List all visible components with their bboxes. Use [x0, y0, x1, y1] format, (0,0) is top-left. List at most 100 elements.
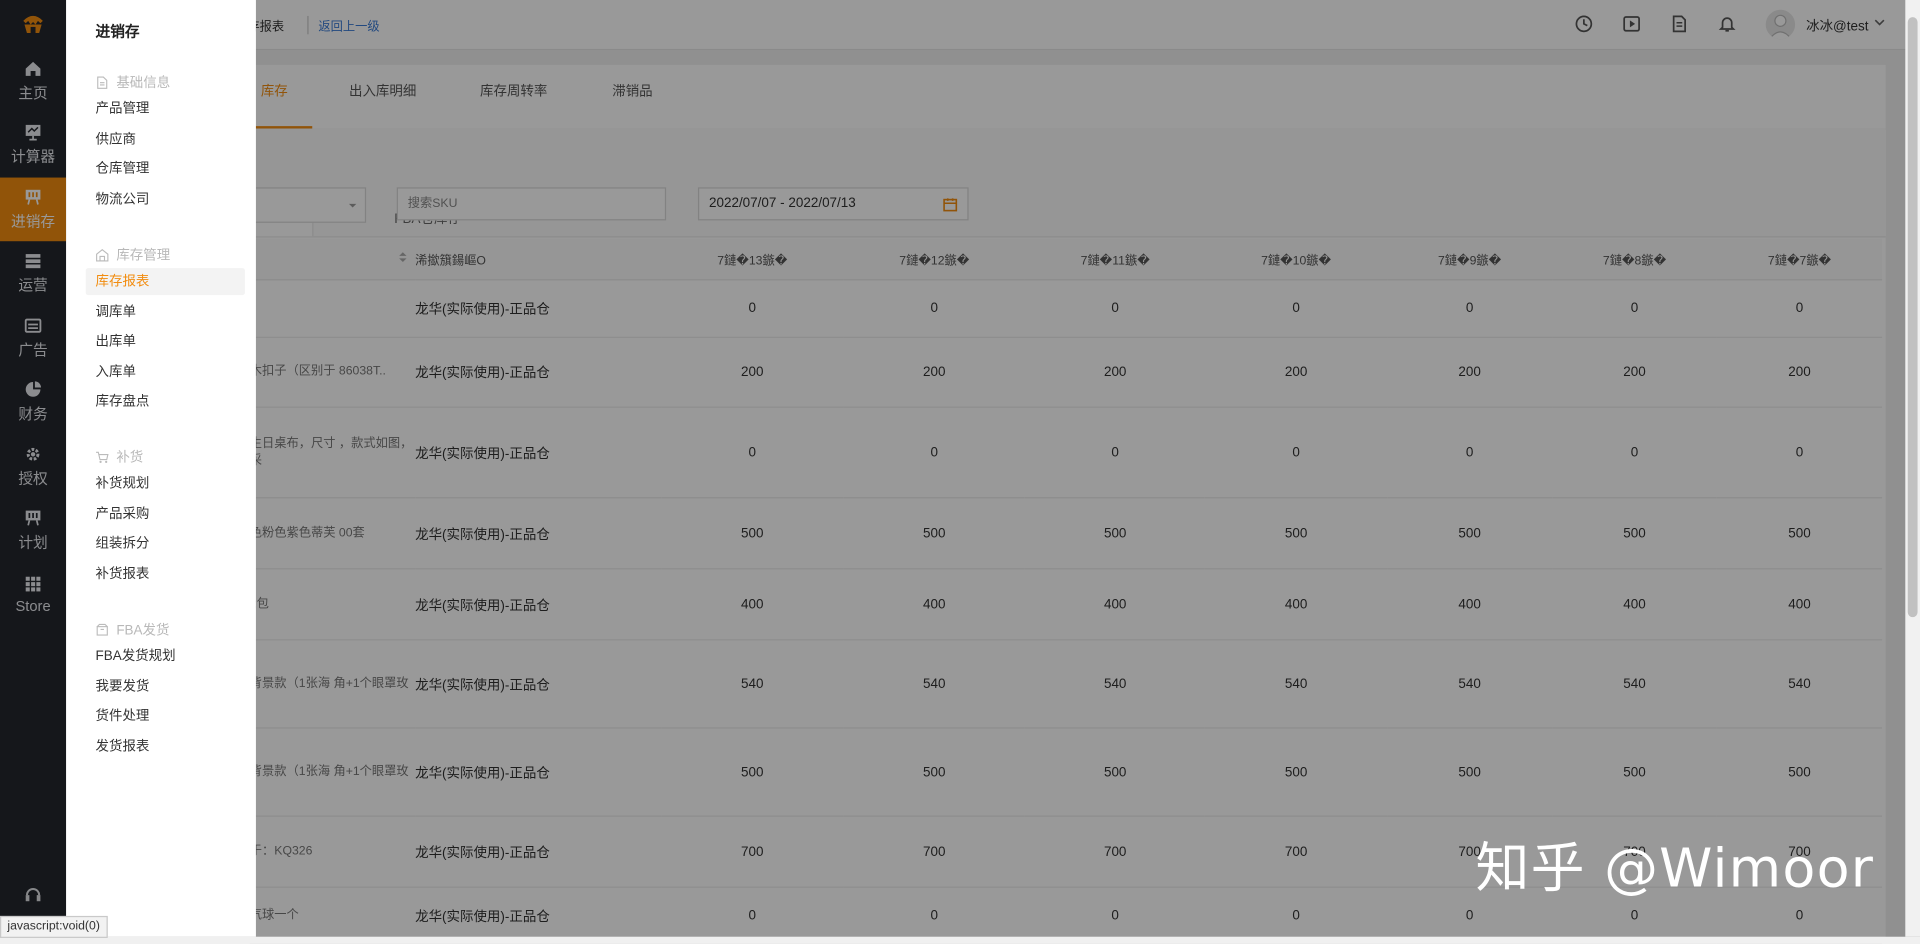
rail-item-label: 广告 [18, 341, 48, 359]
tab-inout-detail[interactable]: 出入库明细 [349, 81, 416, 101]
table-header-row: 浠撳簱鍚嶇О 7鏈�13鏃� 7鏈�12鏃� 7鏈�11鏃� 7鏈�10鏃� 7… [249, 238, 1883, 281]
rail-item[interactable]: Store [0, 563, 66, 627]
menu-item[interactable]: 库存盘点 [86, 388, 245, 415]
menu-item[interactable]: 组装拆分 [86, 530, 245, 557]
table-row[interactable]: 背景款（1张海 角+1个眼罩玫 龙华(实际使用)-正品仓 540 540 540 540 5… [249, 639, 1883, 729]
stock-value: 500 [1387, 727, 1553, 817]
rail-item[interactable]: 主页 [0, 49, 66, 113]
menu-item[interactable]: 库存报表 [85, 268, 245, 296]
sort-icon[interactable] [249, 238, 416, 281]
stock-value: 500 [843, 497, 1026, 570]
stock-value: 0 [1025, 279, 1206, 338]
menu-item[interactable]: 入库单 [86, 358, 245, 385]
menu-item[interactable]: 供应商 [86, 126, 245, 153]
tab-slow-moving[interactable]: 滞销品 [612, 81, 652, 101]
rail-item-label: 授权 [18, 469, 48, 487]
warehouse-name: 龙华(实际使用)-正品仓 [415, 887, 662, 944]
product-name: 生日桌布，尺寸 ，款式如图，采 [249, 407, 416, 499]
rail-item[interactable]: 财务 [0, 370, 66, 434]
table-row[interactable]: 生日桌布，尺寸 ，款式如图，采龙华(实际使用)-正品仓0000000 [249, 407, 1883, 499]
clock-icon[interactable] [1575, 15, 1593, 33]
menu-item[interactable]: 产品管理 [86, 96, 245, 123]
stock-value: 500 [843, 727, 1026, 817]
rail-item[interactable]: 计划 [0, 499, 66, 563]
document-icon [97, 75, 108, 89]
warehouse-name: 龙华(实际使用)-正品仓 [415, 497, 662, 570]
menu-item[interactable]: 物流公司 [86, 186, 245, 213]
warehouse-name: 龙华(实际使用)-正品仓 [415, 279, 662, 338]
menu-item[interactable]: FBA发货规划 [86, 643, 245, 670]
stock-value: 0 [843, 407, 1026, 499]
bell-icon[interactable] [1718, 15, 1736, 33]
table-row[interactable]: 龙华(实际使用)-正品仓 0 0 0 0 0 0 0 [249, 279, 1883, 338]
chevron-down-icon[interactable] [1873, 16, 1885, 28]
rail-item[interactable]: 进销存 [0, 177, 67, 242]
date-header: 7鏈�8鏃� [1552, 238, 1718, 281]
menu-item[interactable]: 产品采购 [86, 500, 245, 527]
date-range-picker[interactable]: 2022/07/07 - 2022/07/13 [697, 187, 969, 221]
search-input[interactable]: 搜索SKU [396, 187, 667, 221]
date-header: 7鏈�7鏃� [1717, 238, 1883, 281]
stock-value: 0 [1205, 279, 1388, 338]
play-icon[interactable] [1622, 15, 1640, 33]
report-tabs: 库存 出入库明细 库存周转率 滞销品 [69, 65, 1886, 130]
list-icon [25, 254, 41, 269]
scrollbar-thumb[interactable] [1907, 17, 1918, 618]
table-row[interactable]: 背景款（1张海 角+1个眼罩玫 龙华(实际使用)-正品仓 500 500 500 500 5… [249, 727, 1883, 817]
page-scrollbar[interactable] [1905, 0, 1920, 937]
drawer-title: 进销存 [95, 23, 140, 41]
stock-value: 500 [1717, 497, 1883, 570]
menu-item[interactable]: 补货报表 [86, 560, 245, 587]
stock-value: 700 [1025, 816, 1206, 888]
product-name: 背景款（1张海 角+1个眼罩玫 [249, 639, 416, 729]
menu-item[interactable]: 我要发货 [86, 673, 245, 700]
rail-item[interactable]: 运营 [0, 242, 66, 306]
table-row[interactable]: 木扣子（区别于 86038T.. 龙华(实际使用)-正品仓 200 200 200 200… [249, 337, 1883, 408]
stock-value: 0 [1552, 279, 1718, 338]
stock-value: 200 [1205, 337, 1388, 408]
home-icon [25, 61, 41, 76]
product-name: 于：KQ326 [249, 816, 416, 888]
table-row[interactable]: 2包 龙华(实际使用)-正品仓 400 400 400 400 400 400 400 [249, 568, 1883, 641]
warehouse-name: 龙华(实际使用)-正品仓 [415, 639, 662, 729]
rail-item-label: 主页 [18, 83, 48, 102]
stock-value: 500 [1205, 497, 1388, 570]
user-name[interactable]: 冰冰@test [1806, 16, 1868, 36]
status-bar-url: javascript:void(0) [0, 915, 108, 938]
menu-item[interactable]: 补货规划 [86, 470, 245, 497]
warehouse-name: 龙华(实际使用)-正品仓 [415, 337, 662, 408]
menu-group-header: 补货 [96, 447, 143, 467]
menu-item[interactable]: 货件处理 [86, 703, 245, 730]
menu-item[interactable]: 仓库管理 [86, 156, 245, 183]
date-range-value: 2022/07/07 - 2022/07/13 [708, 195, 856, 211]
date-header: 7鏈�10鏃� [1205, 238, 1388, 281]
stock-value: 500 [1025, 727, 1206, 817]
warehouse-select[interactable] [253, 187, 367, 223]
stock-value: 400 [1025, 568, 1206, 641]
pie-icon [25, 381, 42, 397]
rail-item-label: 运营 [18, 276, 48, 294]
app-logo-icon[interactable] [0, 0, 66, 49]
warehouse-name: 龙华(实际使用)-正品仓 [415, 816, 662, 888]
menu-item[interactable]: 出库单 [86, 328, 245, 355]
tab-turnover[interactable]: 库存周转率 [480, 81, 547, 101]
stock-value: 500 [1025, 497, 1206, 570]
avatar[interactable] [1765, 9, 1796, 40]
document-icon[interactable] [1670, 15, 1688, 33]
inventory-icon [25, 189, 41, 205]
rail-item[interactable]: 计算器 [0, 113, 66, 177]
rail-item-label: 计划 [18, 533, 48, 552]
menu-item[interactable]: 发货报表 [86, 733, 245, 760]
grid-icon [25, 576, 41, 592]
rail-item[interactable]: 授权 [0, 435, 66, 499]
tab-inventory[interactable]: 库存 [261, 81, 288, 101]
menu-item[interactable]: 调库单 [86, 298, 245, 325]
stock-value: 700 [661, 816, 844, 888]
stock-value: 200 [1387, 337, 1553, 408]
back-link[interactable]: 返回上一级 [307, 15, 380, 35]
stock-value: 700 [1205, 816, 1388, 888]
product-name: 木扣子（区别于 86038T.. [249, 337, 416, 408]
watermark: 知乎 @Wimoor [1475, 837, 1875, 901]
table-row[interactable]: 色粉色紫色蒂芙 00套 龙华(实际使用)-正品仓 500 500 500 500 500 50… [249, 497, 1883, 570]
rail-item[interactable]: 广告 [0, 306, 66, 370]
